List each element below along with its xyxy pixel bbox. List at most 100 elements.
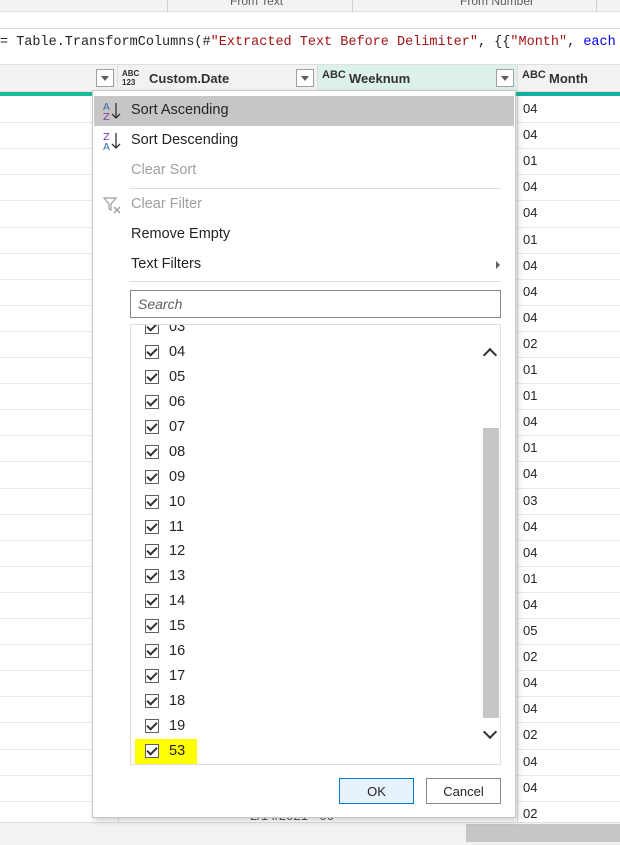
value-checkbox[interactable] <box>145 419 159 434</box>
month-cell[interactable]: 04 <box>523 545 537 560</box>
month-cell[interactable]: 01 <box>523 232 537 247</box>
value-label: 10 <box>169 493 186 510</box>
value-list-item[interactable]: 09 <box>131 465 481 490</box>
value-label: 08 <box>169 443 186 460</box>
menu-clear-filter[interactable]: Clear Filter <box>94 190 514 220</box>
value-checkbox[interactable] <box>145 494 159 509</box>
value-list-item[interactable]: 53 <box>131 738 481 764</box>
value-list-item[interactable]: 18 <box>131 689 481 714</box>
value-checkbox[interactable] <box>145 325 159 334</box>
value-checkbox[interactable] <box>145 619 159 634</box>
value-list-item[interactable]: 14 <box>131 589 481 614</box>
month-cell[interactable]: 04 <box>523 284 537 299</box>
vertical-scrollbar-thumb[interactable] <box>483 428 499 718</box>
value-checkbox[interactable] <box>145 694 159 709</box>
month-cell[interactable]: 04 <box>523 519 537 534</box>
formula-bar[interactable]: = Table.TransformColumns(#"Extracted Tex… <box>0 30 620 56</box>
month-cell[interactable]: 01 <box>523 153 537 168</box>
month-cell[interactable]: 04 <box>523 754 537 769</box>
value-list-item[interactable]: 10 <box>131 490 481 515</box>
submenu-arrow-icon <box>496 261 500 269</box>
value-list-item[interactable]: 12 <box>131 539 481 564</box>
month-cell[interactable]: 03 <box>523 493 537 508</box>
value-label: 03 <box>169 324 186 335</box>
menu-clear-sort[interactable]: Clear Sort <box>94 156 514 186</box>
month-cell[interactable]: 04 <box>523 310 537 325</box>
filter-dropdown-button[interactable] <box>96 69 114 87</box>
value-list-item[interactable]: 05 <box>131 365 481 390</box>
value-checkbox[interactable] <box>145 344 159 359</box>
month-cell[interactable]: 02 <box>523 727 537 742</box>
month-cell[interactable]: 04 <box>523 597 537 612</box>
value-checkbox[interactable] <box>145 644 159 659</box>
value-list-item[interactable]: 06 <box>131 390 481 415</box>
value-checkbox[interactable] <box>145 519 159 534</box>
month-cell[interactable]: 02 <box>523 806 537 821</box>
value-list-item[interactable]: 04 <box>131 340 481 365</box>
formula-string: "Month" <box>510 35 568 50</box>
value-list-item[interactable]: 16 <box>131 639 481 664</box>
search-input[interactable] <box>131 291 500 317</box>
value-checkbox[interactable] <box>145 444 159 459</box>
column-header-previous[interactable] <box>0 65 118 92</box>
month-cell[interactable]: 04 <box>523 780 537 795</box>
ribbon-spacer <box>0 13 620 29</box>
menu-remove-empty[interactable]: Remove Empty <box>94 220 514 250</box>
month-cell[interactable]: 01 <box>523 362 537 377</box>
month-cell[interactable]: 04 <box>523 466 537 481</box>
vertical-scrollbar[interactable] <box>481 325 500 764</box>
month-cell[interactable]: 02 <box>523 336 537 351</box>
type-any-icon[interactable]: ABC 123 <box>122 69 139 87</box>
month-cell[interactable]: 04 <box>523 179 537 194</box>
value-list-item[interactable]: 19 <box>131 714 481 739</box>
month-cell[interactable]: 04 <box>523 205 537 220</box>
month-cell[interactable]: 05 <box>523 623 537 638</box>
month-cell[interactable]: 04 <box>523 675 537 690</box>
filter-dropdown-button[interactable] <box>496 69 514 87</box>
value-list-item[interactable]: 03 <box>131 324 481 340</box>
menu-sort-descending[interactable]: Z A Sort Descending <box>94 126 514 156</box>
scroll-up-icon[interactable] <box>481 343 500 363</box>
menu-text-filters[interactable]: Text Filters <box>94 250 514 280</box>
value-checkbox[interactable] <box>145 544 159 559</box>
value-checkbox[interactable] <box>145 743 159 758</box>
column-header-custom-date[interactable]: ABC 123 Custom.Date <box>118 65 318 92</box>
menu-item-label: Remove Empty <box>131 226 231 242</box>
menu-sort-ascending[interactable]: A Z Sort Ascending <box>94 96 514 126</box>
value-list-item[interactable]: 15 <box>131 614 481 639</box>
cancel-button[interactable]: Cancel <box>426 778 501 804</box>
value-checkbox[interactable] <box>145 719 159 733</box>
value-list-item[interactable]: 07 <box>131 415 481 440</box>
value-list-item[interactable]: 11 <box>131 515 481 540</box>
month-cell[interactable]: 04 <box>523 414 537 429</box>
value-checkbox[interactable] <box>145 669 159 684</box>
value-checkbox[interactable] <box>145 394 159 409</box>
value-checkbox[interactable] <box>145 469 159 484</box>
svg-text:Z: Z <box>103 112 110 122</box>
value-list-item[interactable]: 17 <box>131 664 481 689</box>
ok-button[interactable]: OK <box>339 778 414 804</box>
value-label: 18 <box>169 693 186 710</box>
column-header-weeknum[interactable]: ABC Weeknum <box>318 65 518 92</box>
month-cell[interactable]: 01 <box>523 388 537 403</box>
value-checkbox[interactable] <box>145 594 159 609</box>
value-checkbox[interactable] <box>145 369 159 384</box>
value-label: 15 <box>169 618 186 635</box>
search-field[interactable] <box>130 290 501 318</box>
value-list-item[interactable]: 13 <box>131 564 481 589</box>
month-cell[interactable]: 04 <box>523 101 537 116</box>
month-cell[interactable]: 01 <box>523 571 537 586</box>
filter-dropdown-button[interactable] <box>296 69 314 87</box>
column-header-month[interactable]: ABC Month <box>518 65 620 92</box>
value-checkbox[interactable] <box>145 569 159 584</box>
value-list-item[interactable]: 08 <box>131 440 481 465</box>
scroll-down-icon[interactable] <box>481 724 500 745</box>
month-cell[interactable]: 01 <box>523 440 537 455</box>
type-text-icon[interactable]: ABC <box>322 70 346 81</box>
type-text-icon[interactable]: ABC <box>522 70 546 81</box>
month-cell[interactable]: 02 <box>523 649 537 664</box>
month-cell[interactable]: 04 <box>523 258 537 273</box>
month-cell[interactable]: 04 <box>523 127 537 142</box>
horizontal-scrollbar-thumb[interactable] <box>466 824 620 842</box>
month-cell[interactable]: 04 <box>523 701 537 716</box>
